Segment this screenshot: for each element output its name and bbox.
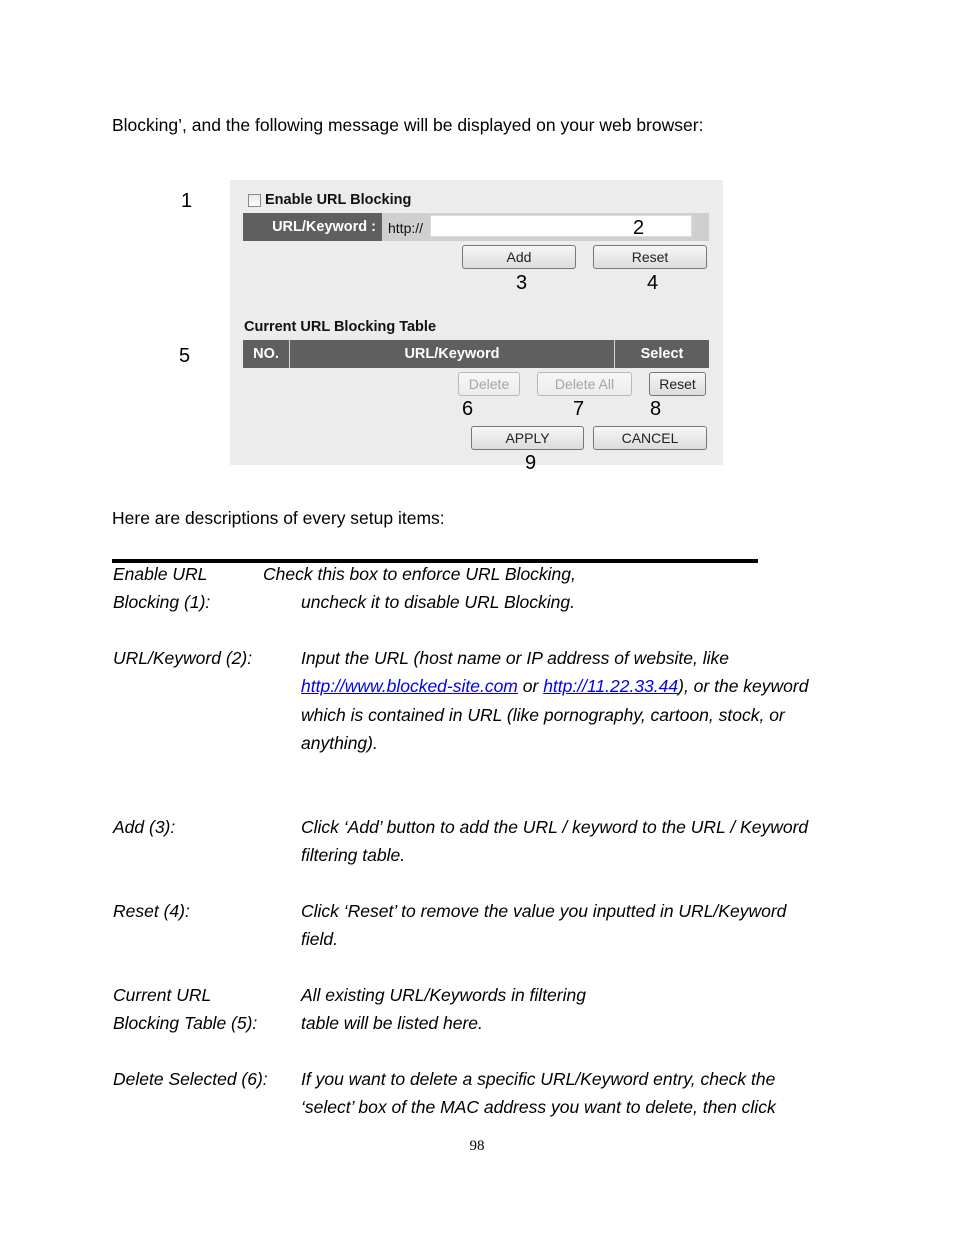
- delete-all-button[interactable]: Delete All: [537, 372, 632, 396]
- desc-url-keyword-2: http://www.blocked-site.com or http://11…: [301, 676, 808, 697]
- table-title: Current URL Blocking Table: [244, 319, 437, 335]
- enable-url-blocking-label: Enable URL Blocking: [265, 192, 412, 208]
- url-prefix: http://: [388, 220, 424, 236]
- term-reset: Reset (4):: [113, 901, 190, 921]
- term-url-keyword: URL/Keyword (2):: [113, 648, 253, 668]
- column-select: Select: [615, 340, 709, 368]
- column-no: NO.: [243, 340, 290, 368]
- desc-reset-1: Click ‘Reset’ to remove the value you in…: [301, 901, 787, 921]
- callout-1: 1: [181, 190, 193, 212]
- desc-table-2: table will be listed here.: [301, 1013, 483, 1033]
- descriptions-heading: Here are descriptions of every setup ite…: [112, 508, 445, 528]
- term-table-2: Blocking Table (5):: [113, 1013, 258, 1033]
- term-delete-selected: Delete Selected (6):: [113, 1069, 268, 1089]
- callout-2: 2: [633, 217, 645, 239]
- callout-7: 7: [573, 398, 585, 420]
- desc-add-2: filtering table.: [301, 845, 406, 865]
- callout-5: 5: [179, 345, 191, 367]
- desc-url-keyword-1: Input the URL (host name or IP address o…: [301, 648, 729, 668]
- desc-or: or: [517, 676, 544, 696]
- desc-enable-url-2: uncheck it to disable URL Blocking.: [301, 592, 575, 612]
- reset-button[interactable]: Reset: [593, 245, 707, 269]
- desc-reset-2: field.: [301, 929, 338, 949]
- delete-button[interactable]: Delete: [458, 372, 520, 396]
- callout-8: 8: [650, 398, 662, 420]
- divider: [112, 559, 758, 563]
- enable-url-blocking-checkbox[interactable]: [248, 193, 261, 207]
- desc-enable-url-1: Check this box to enforce URL Blocking,: [263, 564, 576, 584]
- cancel-button[interactable]: CANCEL: [593, 426, 707, 450]
- callout-9: 9: [525, 452, 537, 474]
- enable-url-blocking[interactable]: Enable URL Blocking: [248, 192, 411, 208]
- desc-keyword: ), or the keyword: [678, 676, 809, 696]
- term-add: Add (3):: [113, 817, 176, 837]
- intro-text: Blocking’, and the following message wil…: [112, 115, 704, 135]
- desc-delete-2: ‘select’ box of the MAC address you want…: [301, 1097, 776, 1117]
- desc-delete-1: If you want to delete a specific URL/Key…: [301, 1069, 776, 1089]
- page-number: 98: [469, 1138, 485, 1154]
- term-enable-url-2: Blocking (1):: [113, 592, 211, 612]
- link-blocked-site[interactable]: http://www.blocked-site.com: [301, 676, 518, 696]
- term-table-1: Current URL: [113, 985, 212, 1005]
- url-keyword-label: URL/Keyword :: [243, 213, 382, 241]
- add-button[interactable]: Add: [462, 245, 576, 269]
- link-ip-address[interactable]: http://11.22.33.44: [543, 676, 678, 696]
- apply-button[interactable]: APPLY: [471, 426, 584, 450]
- desc-add-1: Click ‘Add’ button to add the URL / keyw…: [301, 817, 809, 837]
- desc-url-keyword-3: which is contained in URL (like pornogra…: [301, 705, 785, 725]
- term-enable-url-1: Enable URL: [113, 564, 208, 584]
- column-url-keyword: URL/Keyword: [290, 340, 615, 368]
- blocking-table-header: NO. URL/Keyword Select: [243, 340, 709, 368]
- callout-4: 4: [647, 272, 659, 294]
- table-reset-button[interactable]: Reset: [649, 372, 706, 396]
- callout-6: 6: [462, 398, 474, 420]
- desc-table-1: All existing URL/Keywords in filtering: [301, 985, 586, 1005]
- url-keyword-input[interactable]: [430, 215, 692, 237]
- callout-3: 3: [516, 272, 528, 294]
- desc-url-keyword-4: anything).: [301, 733, 378, 753]
